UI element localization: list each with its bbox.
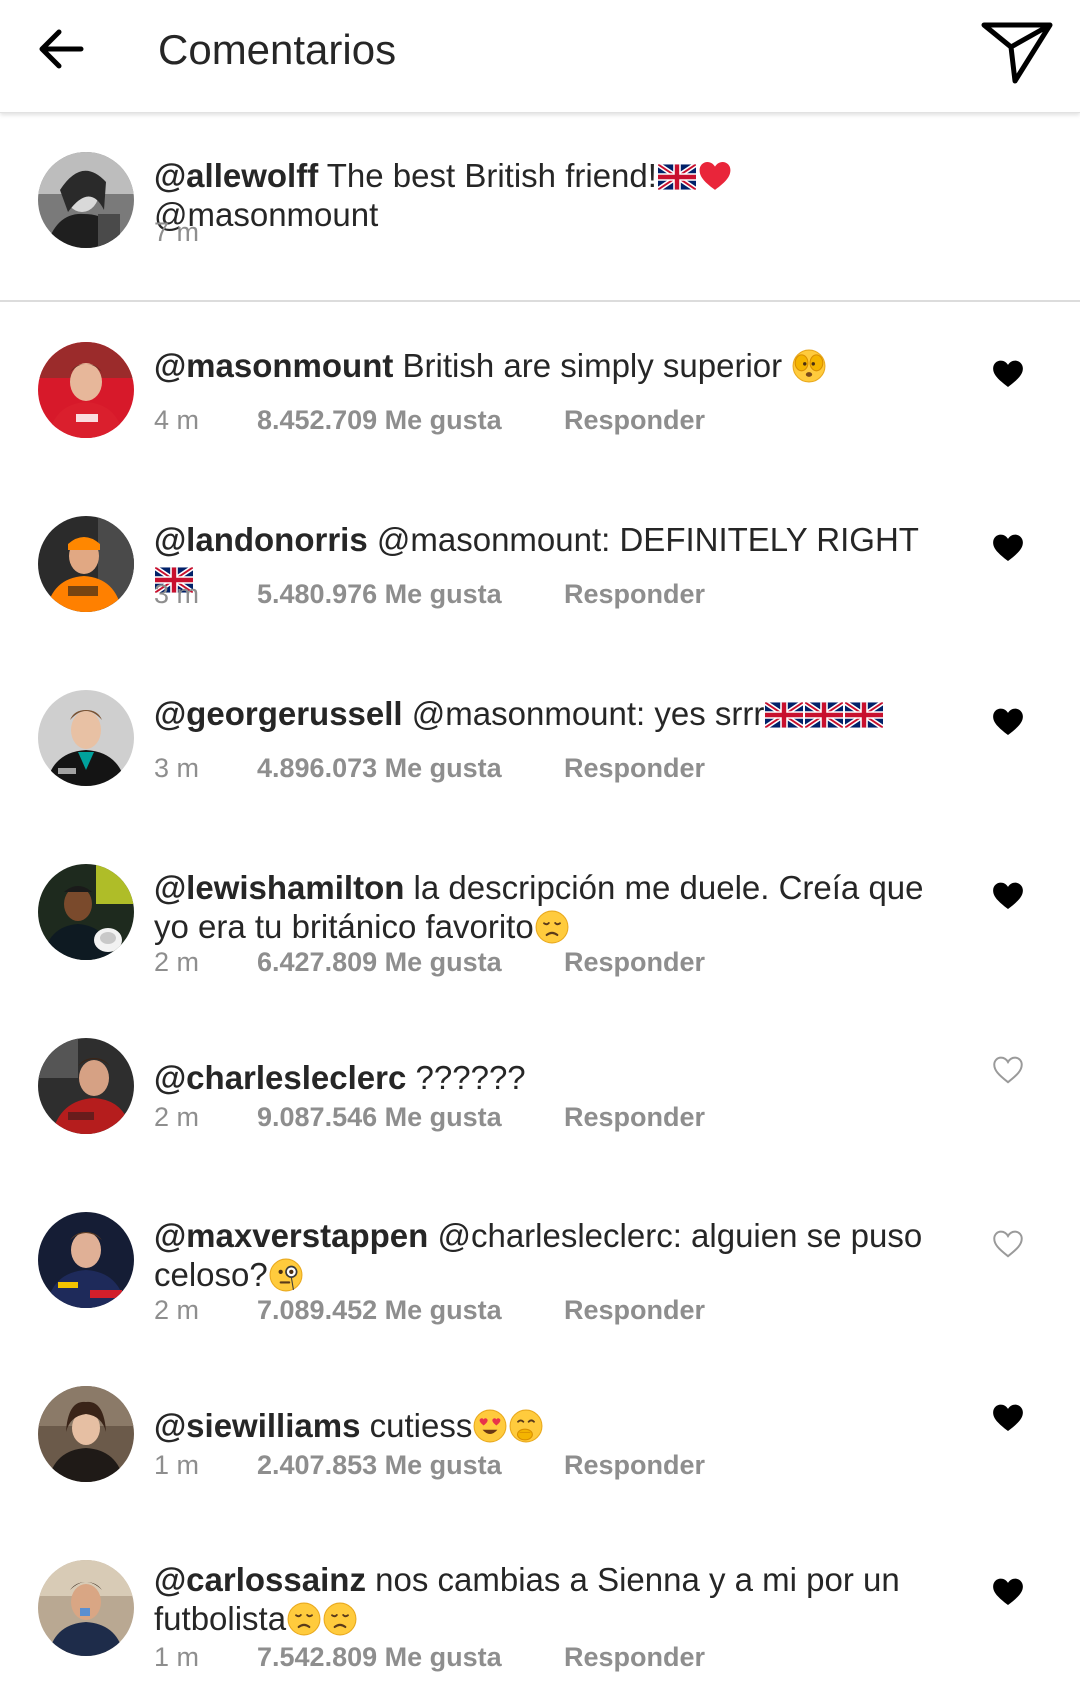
comment-body: cutiess bbox=[360, 1407, 473, 1444]
like-button[interactable] bbox=[988, 1224, 1028, 1264]
like-button[interactable] bbox=[988, 354, 1028, 394]
comment-body: British are simply superior bbox=[393, 347, 783, 384]
disappointed-face-emoji-icon bbox=[535, 910, 569, 944]
like-button[interactable] bbox=[988, 1398, 1028, 1438]
reply-button[interactable]: Responder bbox=[564, 1640, 705, 1674]
comment-username[interactable]: @charlesleclerc bbox=[154, 1059, 406, 1096]
uk-flag-icon bbox=[765, 702, 803, 728]
uk-flag-icon bbox=[845, 702, 883, 728]
comment-timestamp: 2 m bbox=[154, 1102, 200, 1132]
comment-username[interactable]: @siewilliams bbox=[154, 1407, 360, 1444]
share-button[interactable] bbox=[978, 16, 1056, 88]
comment-timestamp: 4 m bbox=[154, 405, 200, 435]
like-button[interactable] bbox=[988, 876, 1028, 916]
comment-like-count[interactable]: 8.452.709 Me gusta bbox=[257, 403, 502, 437]
comment-like-count[interactable]: 7.089.452 Me gusta bbox=[257, 1293, 502, 1327]
comment-body: ?????? bbox=[406, 1059, 526, 1096]
heart-filled-icon bbox=[991, 705, 1025, 739]
heart-outline-icon bbox=[991, 1053, 1025, 1087]
hand-over-mouth-emoji-icon bbox=[509, 1409, 543, 1443]
comment-like-count[interactable]: 7.542.809 Me gusta bbox=[257, 1640, 502, 1674]
comment-like-count[interactable]: 5.480.976 Me gusta bbox=[257, 577, 502, 611]
arrow-left-icon bbox=[39, 29, 84, 69]
reply-button[interactable]: Responder bbox=[564, 403, 705, 437]
avatar[interactable] bbox=[38, 1212, 134, 1308]
comment-timestamp: 3 m bbox=[154, 753, 200, 783]
monocle-face-emoji-icon bbox=[269, 1258, 303, 1292]
avatar[interactable] bbox=[38, 1386, 134, 1482]
caption-timestamp: 7 m bbox=[154, 217, 200, 247]
comment-text: @carlossainz nos cambias a Sienna y a mi… bbox=[154, 1560, 954, 1638]
avatar[interactable] bbox=[38, 864, 134, 960]
comment-username[interactable]: @maxverstappen bbox=[154, 1217, 428, 1254]
caption-username[interactable]: @allewolff bbox=[154, 157, 318, 194]
like-button[interactable] bbox=[988, 1572, 1028, 1612]
like-button[interactable] bbox=[988, 528, 1028, 568]
comment-text: @lewishamilton la descripción me duele. … bbox=[154, 868, 954, 946]
comment-timestamp: 2 m bbox=[154, 947, 200, 977]
comment-text: @maxverstappen @charlesleclerc: alguien … bbox=[154, 1216, 954, 1294]
reply-button[interactable]: Responder bbox=[564, 751, 705, 785]
comment-username[interactable]: @carlossainz bbox=[154, 1561, 366, 1598]
comment-body: @masonmount: DEFINITELY RIGHT bbox=[367, 521, 919, 558]
heart-filled-icon bbox=[991, 531, 1025, 565]
reply-button[interactable]: Responder bbox=[564, 1293, 705, 1327]
page-title: Comentarios bbox=[158, 26, 397, 73]
reply-button[interactable]: Responder bbox=[564, 1100, 705, 1134]
comment-body: @masonmount: yes srrr bbox=[402, 695, 765, 732]
comment-username[interactable]: @lewishamilton bbox=[154, 869, 404, 906]
comment-username[interactable]: @georgerussell bbox=[154, 695, 403, 732]
avatar[interactable] bbox=[38, 152, 134, 248]
peeking-face-emoji-icon bbox=[792, 349, 826, 383]
top-app-bar: Comentarios bbox=[0, 0, 1080, 113]
comment-timestamp: 1 m bbox=[154, 1450, 200, 1480]
avatar[interactable] bbox=[38, 1560, 134, 1656]
heart-outline-icon bbox=[991, 1227, 1025, 1261]
reply-button[interactable]: Responder bbox=[564, 577, 705, 611]
uk-flag-icon bbox=[658, 164, 696, 190]
heart-filled-icon bbox=[991, 1575, 1025, 1609]
heart-eyes-emoji-icon bbox=[473, 1409, 507, 1443]
comment-text: @masonmount British are simply superior bbox=[154, 346, 954, 385]
caption-body: The best British friend! bbox=[318, 157, 657, 194]
comment-username[interactable]: @masonmount bbox=[154, 347, 393, 384]
like-button[interactable] bbox=[988, 1050, 1028, 1090]
comment-username[interactable]: @landonorris bbox=[154, 521, 368, 558]
avatar[interactable] bbox=[38, 690, 134, 786]
comment-text: @charlesleclerc ?????? bbox=[154, 1058, 954, 1097]
heart-filled-icon bbox=[991, 879, 1025, 913]
reply-button[interactable]: Responder bbox=[564, 945, 705, 979]
back-button[interactable] bbox=[30, 18, 92, 80]
reply-button[interactable]: Responder bbox=[564, 1448, 705, 1482]
comment-like-count[interactable]: 4.896.073 Me gusta bbox=[257, 751, 502, 785]
avatar[interactable] bbox=[38, 342, 134, 438]
disappointed-face-emoji-icon bbox=[323, 1602, 357, 1636]
comment-like-count[interactable]: 9.087.546 Me gusta bbox=[257, 1100, 502, 1134]
comment-like-count[interactable]: 6.427.809 Me gusta bbox=[257, 945, 502, 979]
disappointed-face-emoji-icon bbox=[287, 1602, 321, 1636]
heart-filled-icon bbox=[991, 1401, 1025, 1435]
uk-flag-icon bbox=[805, 702, 843, 728]
comment-timestamp: 2 m bbox=[154, 1295, 200, 1325]
comment-timestamp: 3 m bbox=[154, 579, 200, 609]
avatar[interactable] bbox=[38, 1038, 134, 1134]
heart-filled-icon bbox=[991, 357, 1025, 391]
like-button[interactable] bbox=[988, 702, 1028, 742]
post-caption: @allewolff The best British friend! @mas… bbox=[0, 112, 1080, 302]
paper-plane-icon bbox=[981, 22, 1053, 84]
comment-like-count[interactable]: 2.407.853 Me gusta bbox=[257, 1448, 502, 1482]
avatar[interactable] bbox=[38, 516, 134, 612]
comment-text: @georgerussell @masonmount: yes srrr bbox=[154, 694, 954, 733]
red-heart-emoji-icon bbox=[698, 159, 732, 193]
comment-text: @siewilliams cutiess bbox=[154, 1406, 954, 1445]
comment-timestamp: 1 m bbox=[154, 1642, 200, 1672]
caption-text: @allewolff The best British friend! @mas… bbox=[154, 156, 954, 234]
